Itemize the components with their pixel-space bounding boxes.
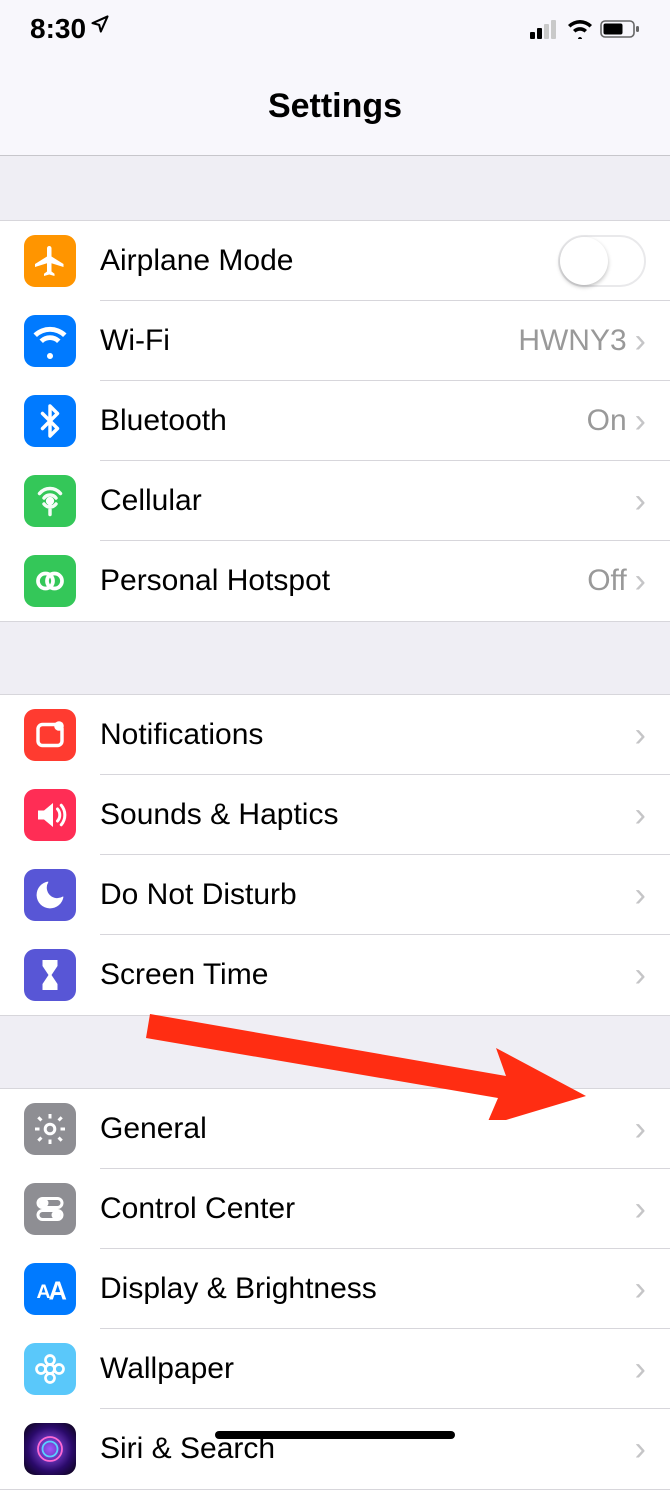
hotspot-icon xyxy=(24,555,76,607)
row-siri-search[interactable]: Siri & Search › xyxy=(0,1409,670,1489)
bluetooth-icon xyxy=(24,395,76,447)
settings-group-preferences: Notifications › Sounds & Haptics › Do No… xyxy=(0,694,670,1016)
row-bluetooth[interactable]: Bluetooth On › xyxy=(0,381,670,461)
chevron-right-icon: › xyxy=(635,716,646,755)
battery-icon xyxy=(600,19,640,39)
chevron-right-icon: › xyxy=(635,1270,646,1309)
row-label: Personal Hotspot xyxy=(100,564,587,598)
row-label: Sounds & Haptics xyxy=(100,798,635,832)
chevron-right-icon: › xyxy=(635,402,646,441)
row-label: General xyxy=(100,1112,635,1146)
row-display-brightness[interactable]: AA Display & Brightness › xyxy=(0,1249,670,1329)
group-spacer xyxy=(0,1016,670,1088)
row-label: Control Center xyxy=(100,1192,635,1226)
row-sounds-haptics[interactable]: Sounds & Haptics › xyxy=(0,775,670,855)
row-label: Wallpaper xyxy=(100,1352,635,1386)
page-header: Settings xyxy=(0,58,670,156)
home-indicator[interactable] xyxy=(215,1431,455,1439)
row-do-not-disturb[interactable]: Do Not Disturb › xyxy=(0,855,670,935)
dnd-icon xyxy=(24,869,76,921)
screen-time-icon xyxy=(24,949,76,1001)
row-label: Do Not Disturb xyxy=(100,878,635,912)
status-bar: 8:30 xyxy=(0,0,670,58)
svg-text:A: A xyxy=(49,1278,67,1306)
row-value: On xyxy=(587,404,627,438)
airplane-toggle[interactable] xyxy=(558,235,646,287)
cellular-signal-icon xyxy=(530,19,560,39)
chevron-right-icon: › xyxy=(635,1350,646,1389)
row-label: Wi-Fi xyxy=(100,324,518,358)
row-notifications[interactable]: Notifications › xyxy=(0,695,670,775)
row-general[interactable]: General › xyxy=(0,1089,670,1169)
notifications-icon xyxy=(24,709,76,761)
row-label: Screen Time xyxy=(100,958,635,992)
location-icon xyxy=(90,0,110,56)
page-title: Settings xyxy=(268,87,402,126)
chevron-right-icon: › xyxy=(635,1110,646,1149)
chevron-right-icon: › xyxy=(635,956,646,995)
cellular-icon xyxy=(24,475,76,527)
row-airplane-mode[interactable]: Airplane Mode xyxy=(0,221,670,301)
settings-group-connectivity: Airplane Mode Wi-Fi HWNY3 › Bluetooth On… xyxy=(0,220,670,622)
row-value: HWNY3 xyxy=(518,324,626,358)
row-label: Airplane Mode xyxy=(100,244,558,278)
row-value: Off xyxy=(587,564,626,598)
general-icon xyxy=(24,1103,76,1155)
chevron-right-icon: › xyxy=(635,876,646,915)
row-wallpaper[interactable]: Wallpaper › xyxy=(0,1329,670,1409)
group-spacer xyxy=(0,156,670,220)
row-label: Bluetooth xyxy=(100,404,587,438)
row-control-center[interactable]: Control Center › xyxy=(0,1169,670,1249)
chevron-right-icon: › xyxy=(635,1430,646,1469)
sounds-icon xyxy=(24,789,76,841)
row-personal-hotspot[interactable]: Personal Hotspot Off › xyxy=(0,541,670,621)
chevron-right-icon: › xyxy=(635,562,646,601)
siri-icon xyxy=(24,1423,76,1475)
airplane-icon xyxy=(24,235,76,287)
chevron-right-icon: › xyxy=(635,322,646,361)
row-screen-time[interactable]: Screen Time › xyxy=(0,935,670,1015)
status-time: 8:30 xyxy=(30,0,86,58)
row-wifi[interactable]: Wi-Fi HWNY3 › xyxy=(0,301,670,381)
wifi-row-icon xyxy=(24,315,76,367)
row-cellular[interactable]: Cellular › xyxy=(0,461,670,541)
wallpaper-icon xyxy=(24,1343,76,1395)
row-label: Cellular xyxy=(100,484,635,518)
chevron-right-icon: › xyxy=(635,796,646,835)
group-spacer xyxy=(0,622,670,694)
row-label: Notifications xyxy=(100,718,635,752)
wifi-icon xyxy=(566,19,594,39)
chevron-right-icon: › xyxy=(635,1190,646,1229)
chevron-right-icon: › xyxy=(635,482,646,521)
settings-group-system: General › Control Center › AA Display & … xyxy=(0,1088,670,1490)
row-label: Display & Brightness xyxy=(100,1272,635,1306)
display-icon: AA xyxy=(24,1263,76,1315)
control-center-icon xyxy=(24,1183,76,1235)
